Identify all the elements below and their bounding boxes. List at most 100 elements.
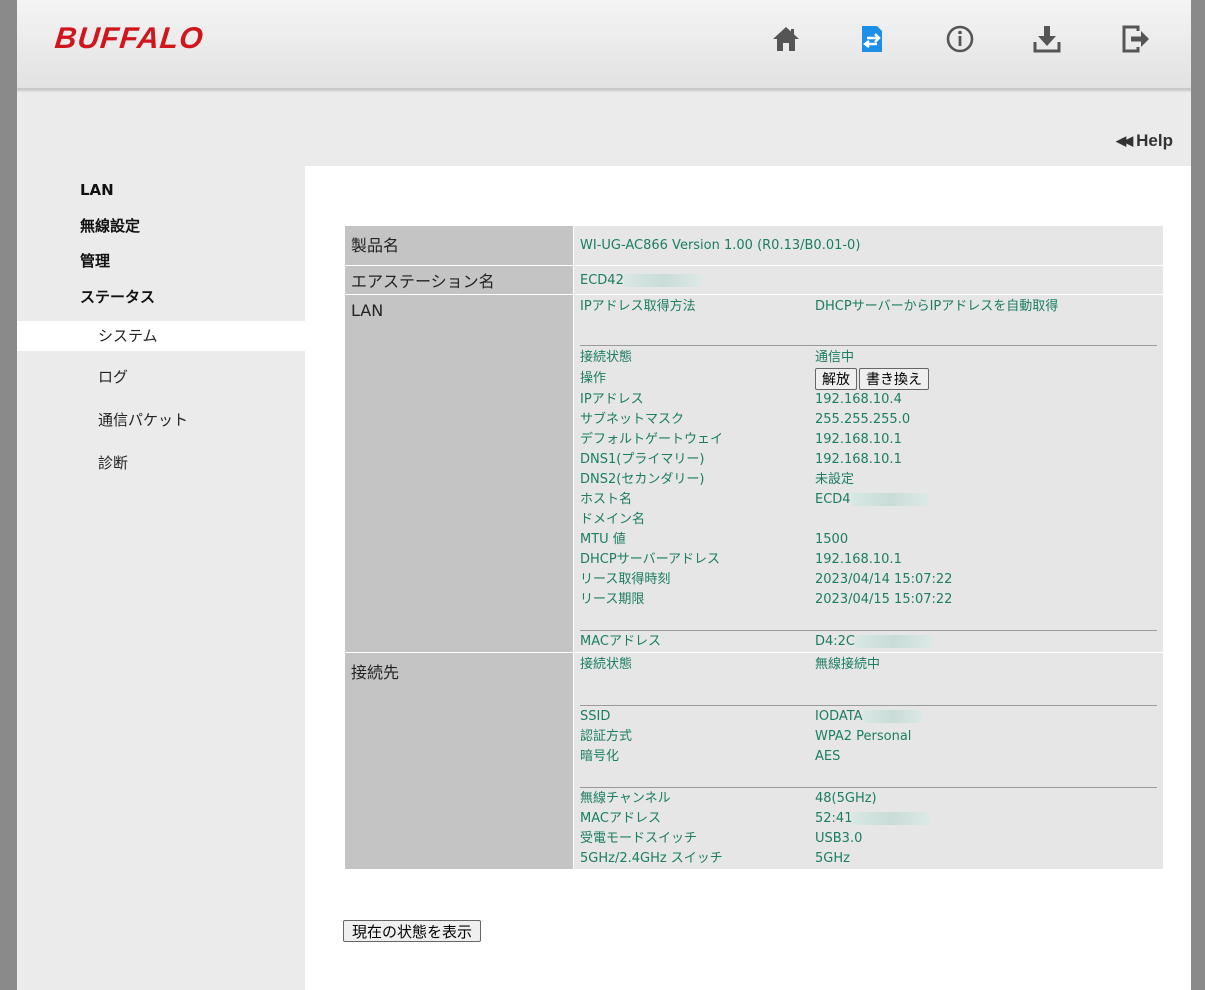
auth-key: 認証方式 [580,729,633,744]
divider [580,705,1157,706]
sidebar-item-admin[interactable]: 管理 [17,241,305,277]
redacted-blur [850,493,929,506]
auth-value: WPA2 Personal [815,729,912,744]
product-label: 製品名 [344,225,574,266]
list-item: MACアドレス 52:41 [580,809,1157,829]
ip-method-value: DHCPサーバーからIPアドレスを自動取得 [815,299,1059,314]
list-item: MTU 値 1500 [580,530,1157,550]
band-switch-key: 5GHz/2.4GHz スイッチ [580,851,723,866]
power-mode-value: USB3.0 [815,831,863,846]
list-item: DNS2(セカンダリー) 未設定 [580,470,1157,490]
info-icon[interactable] [943,22,977,56]
refresh-status-button[interactable]: 現在の状態を表示 [343,920,482,942]
sidebar-subitem-packets[interactable]: 通信パケット [17,399,305,442]
dest-conn-state-value: 無線接続中 [815,657,881,672]
list-item: ホスト名 ECD4 [580,490,1157,510]
lan-label: LAN [344,294,574,653]
list-item: 暗号化 AES [580,747,1157,767]
dns1-value: 192.168.10.1 [815,452,902,467]
table-row-destination: 接続先 接続状態 無線接続中 SSID IODATA 認証方式 WPA2 Person… [344,652,1164,870]
list-item: ドメイン名 [580,510,1157,530]
lan-mac-key: MACアドレス [580,634,661,649]
dest-mac-key: MACアドレス [580,811,661,826]
lan-mac-value: D4:2C [815,634,856,649]
dest-details: 接続状態 無線接続中 SSID IODATA 認証方式 WPA2 Personal 暗… [573,652,1164,870]
home-icon[interactable] [769,22,803,56]
mtu-value: 1500 [815,532,849,547]
divider [580,787,1157,788]
list-item: SSID IODATA [580,707,1157,727]
lan-conn-state-key: 接続状態 [580,350,633,365]
list-item: サブネットマスク 255.255.255.0 [580,410,1157,430]
ip-key: IPアドレス [580,392,644,407]
lease-expire-key: リース期限 [580,592,645,607]
sidebar-subitem-log[interactable]: ログ [17,356,305,399]
table-row-product: 製品名 WI-UG-AC866 Version 1.00 (R0.13/B0.0… [344,225,1164,266]
table-row-lan: LAN IPアドレス取得方法 DHCPサーバーからIPアドレスを自動取得 接続状… [344,294,1164,653]
redacted-blur [852,812,931,825]
operation-key: 操作 [580,371,607,386]
dns1-key: DNS1(プライマリー) [580,452,705,467]
list-item: 接続状態 通信中 [580,348,1157,368]
dns2-value: 未設定 [815,472,855,487]
mtu-key: MTU 値 [580,532,626,547]
list-item: 認証方式 WPA2 Personal [580,727,1157,747]
sidebar: LAN 無線設定 管理 ステータス システム ログ 通信パケット 診断 [17,170,305,485]
help-label: Help [1136,131,1173,150]
sidebar-subitem-system[interactable]: システム [17,321,305,351]
sidebar-subitem-diagnosis[interactable]: 診断 [17,442,305,485]
dest-mac-value: 52:41 [815,811,853,826]
ssid-key: SSID [580,709,611,724]
gateway-value: 192.168.10.1 [815,432,902,447]
gateway-key: デフォルトゲートウェイ [580,432,724,447]
sidebar-item-status[interactable]: ステータス [17,277,305,313]
lease-time-key: リース取得時刻 [580,572,671,587]
channel-key: 無線チャンネル [580,791,671,806]
divider [580,630,1157,631]
help-link[interactable]: ◀◀ Help [1116,131,1173,151]
enc-key: 暗号化 [580,749,620,764]
release-button[interactable]: 解放 [815,368,857,390]
status-icon[interactable] [855,22,889,56]
download-icon[interactable] [1030,22,1064,56]
sidebar-item-wireless[interactable]: 無線設定 [17,206,305,242]
hostname-value: ECD4 [815,492,851,507]
renew-button[interactable]: 書き換え [859,368,929,390]
dhcp-server-value: 192.168.10.1 [815,552,902,567]
list-item: デフォルトゲートウェイ 192.168.10.1 [580,430,1157,450]
redacted-blur [855,635,934,648]
lan-details: IPアドレス取得方法 DHCPサーバーからIPアドレスを自動取得 接続状態 通信… [573,294,1164,653]
power-mode-key: 受電モードスイッチ [580,831,698,846]
hostname-key: ホスト名 [580,492,633,507]
lease-time-value: 2023/04/14 15:07:22 [815,572,953,587]
list-item: 5GHz/2.4GHz スイッチ 5GHz [580,849,1157,869]
system-status-table: 製品名 WI-UG-AC866 Version 1.00 (R0.13/B0.0… [344,225,1164,870]
lease-expire-value: 2023/04/15 15:07:22 [815,592,953,607]
airstation-label: エアステーション名 [344,265,574,295]
sidebar-item-lan[interactable]: LAN [17,170,305,206]
dhcp-server-key: DHCPサーバーアドレス [580,552,721,567]
list-item: リース取得時刻 2023/04/14 15:07:22 [580,570,1157,590]
logout-icon[interactable] [1118,22,1152,56]
redacted-blur [862,710,923,723]
ssid-value: IODATA [815,709,863,724]
redacted-blur [623,273,702,287]
ip-value: 192.168.10.4 [815,392,902,407]
ip-method-key: IPアドレス取得方法 [580,299,696,314]
buffalo-logo: BUFFALO [53,22,206,55]
list-item: 受電モードスイッチ USB3.0 [580,829,1157,849]
list-item: 操作 解放 書き換え [580,368,1157,390]
band-switch-value: 5GHz [815,851,850,866]
domain-value [815,510,1157,530]
list-item: リース期限 2023/04/15 15:07:22 [580,590,1157,610]
app-frame: BUFFALO ◀◀ Help LAN 無線設定 管理 ステータス システム ロ… [17,0,1191,990]
dest-conn-state-key: 接続状態 [580,657,633,672]
subnet-value: 255.255.255.0 [815,412,911,427]
header-bar: BUFFALO [17,0,1191,90]
list-item: 接続状態 無線接続中 [580,655,1157,675]
airstation-cell: ECD42 [573,265,1164,295]
list-item: 無線チャンネル 48(5GHz) [580,789,1157,809]
table-row-airstation: エアステーション名 ECD42 [344,265,1164,295]
channel-value: 48(5GHz) [815,791,877,806]
dest-label: 接続先 [344,652,574,870]
